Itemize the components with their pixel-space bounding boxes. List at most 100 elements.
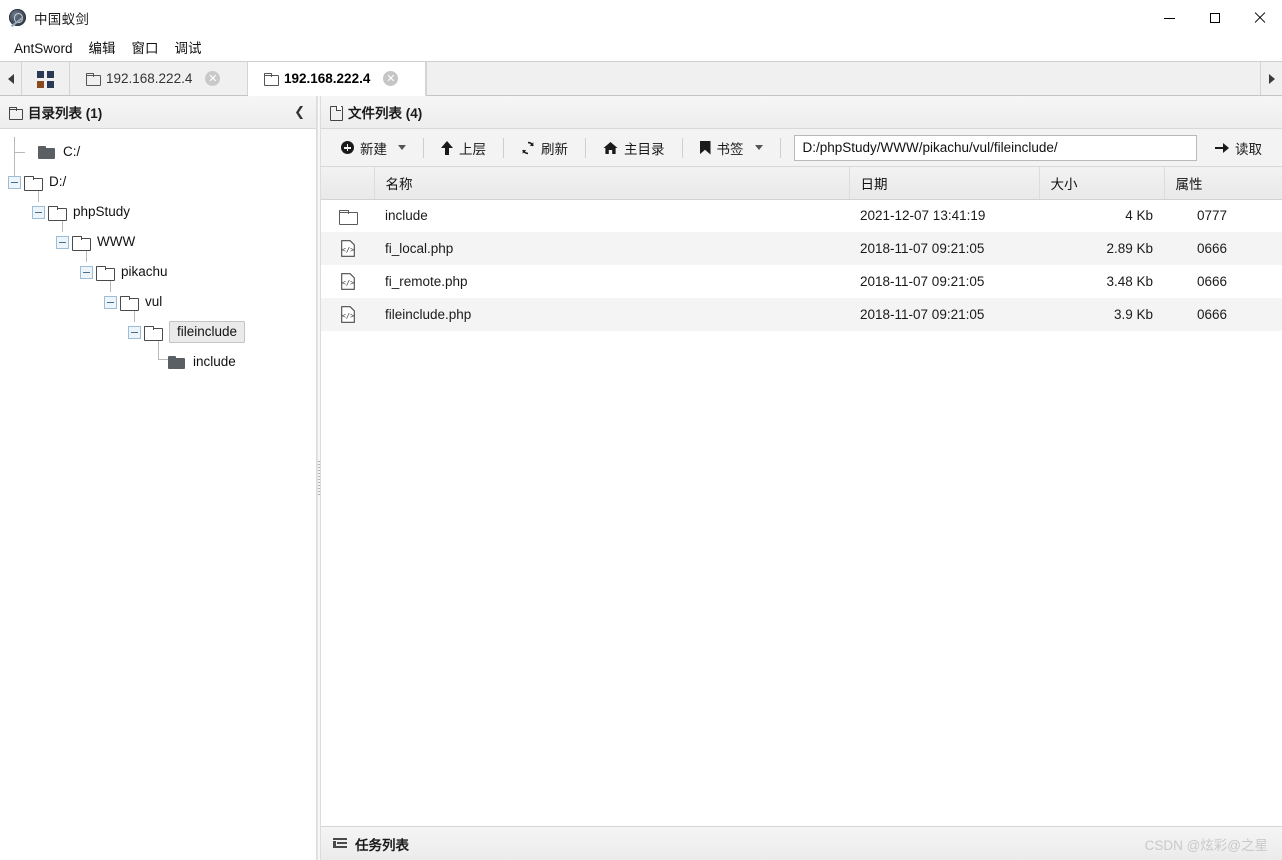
up-button[interactable]: 上层 [431,135,496,161]
directory-panel-header: 目录列表 (1) ❮ [0,96,316,129]
row-name: fileinclude.php [385,307,472,322]
file-table-body: include 2021-12-07 13:41:19 4 Kb 0777 </ [321,199,1282,331]
table-row[interactable]: include 2021-12-07 13:41:19 4 Kb 0777 [321,199,1282,232]
column-header-name[interactable]: 名称 [374,167,850,200]
chevron-down-icon[interactable] [398,145,406,150]
row-date: 2021-12-07 13:41:19 [860,208,986,224]
toolbar-separator [779,137,781,158]
up-button-label: 上层 [459,141,486,157]
row-icon-cell: </> [321,298,374,331]
row-size: 3.9 Kb [1113,307,1153,322]
tab-1[interactable]: 192.168.222.4 ✕ [248,62,426,96]
menu-item-antsword[interactable]: AntSword [6,38,81,60]
tab-close-icon[interactable]: ✕ [383,71,399,86]
tree-node-d-drive[interactable]: D:/ [0,167,316,197]
title-bar-left: 中国蚁剑 [0,8,89,28]
code-file-icon: </> [340,240,355,257]
column-header-date[interactable]: 日期 [849,167,1040,200]
grid-view-icon [37,70,54,88]
tab-close-icon[interactable]: ✕ [205,71,221,86]
home-icon [603,141,618,155]
tab-scroll-right-button[interactable] [1260,62,1282,95]
menu-item-debug[interactable]: 调试 [167,38,210,60]
tree-node-label: pikachu [121,264,168,280]
file-panel-title: 文件列表 (4) [348,106,423,121]
maximize-button[interactable] [1192,0,1237,36]
tree-node-phpstudy[interactable]: phpStudy [0,197,316,227]
folder-open-icon [72,235,91,251]
panel-splitter[interactable] [317,96,321,860]
tree-toggle-expanded-icon[interactable] [104,295,117,309]
column-header-attr[interactable]: 属性 [1164,167,1282,200]
menu-item-edit[interactable]: 编辑 [81,38,124,60]
row-name: fi_remote.php [385,274,468,289]
bookmark-button[interactable]: 书签 [690,135,773,161]
tree-node-fileinclude[interactable]: fileinclude [0,317,316,347]
tree-toggle-expanded-icon[interactable] [32,205,45,219]
tree-toggle-expanded-icon[interactable] [56,235,69,249]
toolbar-separator [423,137,424,158]
column-header-size[interactable]: 大小 [1039,167,1165,200]
read-button-label: 读取 [1235,141,1262,157]
app-window: 中国蚁剑 AntSword 编辑 窗口 调试 192.168.222.4 ✕ 1… [0,0,1282,860]
minimize-button[interactable] [1147,0,1192,36]
row-size: 4 Kb [1125,208,1153,224]
maximize-icon [1209,13,1220,23]
folder-icon [86,72,101,86]
folder-open-icon [96,265,115,281]
chevron-left-icon [7,73,14,84]
collapse-panel-button[interactable]: ❮ [292,106,307,119]
folder-open-icon [120,295,139,311]
table-row[interactable]: </> fi_local.php 2018-11-07 09:21:05 2.8… [321,232,1282,265]
tree-node-c-drive[interactable]: C:/ [0,137,316,167]
file-toolbar: 新建 上层 刷新 主目录 书签 D:/phpStudy/WWW/pikachu/… [321,129,1282,167]
tree-toggle-expanded-icon[interactable] [128,325,141,339]
tree-toggle-expanded-icon[interactable] [8,175,21,189]
read-button[interactable]: 读取 [1205,135,1272,161]
refresh-button[interactable]: 刷新 [511,135,578,161]
file-table-head: 名称 日期 大小 属性 [321,167,1282,200]
folder-solid-icon [168,355,185,369]
main-body: 目录列表 (1) ❮ C:/ D:/ phpStudy WWW pikachu … [0,96,1282,860]
folder-icon [264,72,279,86]
folder-icon [339,210,358,226]
title-bar: 中国蚁剑 [0,0,1282,36]
home-button[interactable]: 主目录 [593,135,675,161]
plus-circle-icon [341,141,354,154]
row-name: fi_local.php [385,241,454,256]
folder-solid-icon [38,145,55,159]
file-table-container: 名称 日期 大小 属性 include 2021-12-07 13:41:19 … [321,167,1282,826]
close-button[interactable] [1237,0,1282,36]
arrow-up-icon [441,140,453,155]
home-button-label: 主目录 [624,141,665,157]
tab-label: 192.168.222.4 [106,71,193,86]
tree-node-pikachu[interactable]: pikachu [0,257,316,287]
tab-bar-filler [426,62,1260,95]
task-list-label[interactable]: 任务列表 [355,834,409,854]
bookmark-button-label: 书签 [716,141,744,157]
table-row[interactable]: </> fileinclude.php 2018-11-07 09:21:05 … [321,298,1282,331]
tab-scroll-left-button[interactable] [0,62,22,95]
file-table: 名称 日期 大小 属性 include 2021-12-07 13:41:19 … [321,167,1282,331]
tree-node-label: WWW [97,234,136,250]
new-button[interactable]: 新建 [331,135,416,161]
menu-bar: AntSword 编辑 窗口 调试 [0,36,1282,61]
tab-0[interactable]: 192.168.222.4 ✕ [70,62,248,95]
grid-view-button[interactable] [22,62,70,95]
document-icon [330,105,343,121]
tree-toggle-expanded-icon[interactable] [80,265,93,279]
tree-node-vul[interactable]: vul [0,287,316,317]
menu-item-window[interactable]: 窗口 [124,38,167,60]
folder-open-icon [48,205,67,221]
row-attr: 0777 [1196,208,1227,224]
directory-tree: C:/ D:/ phpStudy WWW pikachu vul fileinc… [0,129,316,826]
column-header-icon[interactable] [321,167,375,200]
refresh-icon [521,141,535,155]
tree-node-include[interactable]: include [0,347,316,377]
tree-node-label: vul [145,294,163,310]
path-input[interactable] [793,134,1197,161]
file-panel: 文件列表 (4) 新建 上层 刷新 主目录 书签 D:/phpStudy/WWW… [321,96,1282,860]
table-row[interactable]: </> fi_remote.php 2018-11-07 09:21:05 3.… [321,265,1282,298]
chevron-down-icon[interactable] [754,145,763,150]
tree-node-www[interactable]: WWW [0,227,316,257]
